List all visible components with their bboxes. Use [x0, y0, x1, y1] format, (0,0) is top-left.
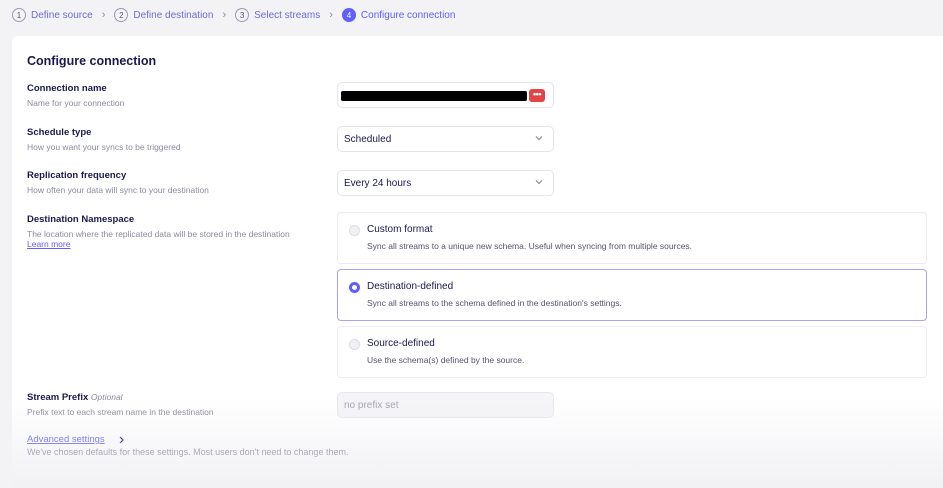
step-label: Configure connection [360, 9, 456, 21]
replication-frequency-description: How often your data will sync to your de… [27, 185, 209, 195]
step-define-source[interactable]: 1 Define source [12, 8, 93, 22]
stepper: 1 Define source › 2 Define destination ›… [12, 6, 455, 24]
step-define-destination[interactable]: 2 Define destination [114, 8, 213, 22]
page-title: Configure connection [27, 54, 157, 68]
step-number: 4 [341, 8, 356, 22]
destination-namespace-description: The location where the replicated data w… [27, 229, 290, 239]
schedule-type-value: Scheduled [344, 133, 392, 145]
configure-connection-card: Configure connection Connection name Nam… [12, 36, 943, 488]
step-number: 3 [235, 8, 250, 22]
replication-frequency-value: Every 24 hours [344, 177, 412, 189]
learn-more-link[interactable]: Learn more [27, 239, 70, 249]
schedule-type-label: Schedule type [27, 127, 92, 138]
connection-name-input[interactable]: ••• [337, 82, 554, 108]
step-select-streams[interactable]: 3 Select streams [235, 8, 320, 22]
redacted-value [341, 91, 527, 101]
step-label: Define source [31, 9, 93, 21]
step-label: Select streams [254, 9, 321, 21]
optional-tag: Optional [90, 392, 123, 402]
step-configure-connection: 4 Configure connection [341, 8, 456, 22]
option-description: Use the schema(s) defined by the source. [367, 355, 525, 365]
step-label: Define destination [133, 9, 214, 21]
advanced-settings-description: We've chosen defaults for these settings… [27, 447, 349, 457]
namespace-option-source-defined[interactable]: Source-defined Use the schema(s) defined… [337, 326, 927, 378]
radio-button[interactable] [349, 339, 360, 350]
option-title: Source-defined [367, 338, 435, 349]
replication-frequency-label: Replication frequency [27, 170, 127, 181]
chevron-right-icon[interactable] [118, 436, 125, 444]
schedule-type-select[interactable]: Scheduled [337, 126, 554, 152]
chevron-right-icon: › [222, 9, 227, 21]
step-number: 2 [114, 8, 129, 22]
namespace-option-destination-defined[interactable]: Destination-defined Sync all streams to … [337, 269, 927, 321]
stream-prefix-input[interactable]: no prefix set [337, 392, 554, 418]
radio-button-selected[interactable] [349, 282, 360, 293]
replication-frequency-select[interactable]: Every 24 hours [337, 170, 554, 196]
schedule-type-description: How you want your syncs to be triggered [27, 142, 181, 152]
chevron-right-icon: › [101, 9, 106, 21]
option-description: Sync all streams to the schema defined i… [367, 298, 622, 308]
chevron-down-icon [535, 180, 543, 185]
password-manager-icon[interactable]: ••• [529, 89, 545, 102]
destination-namespace-label: Destination Namespace [27, 214, 135, 225]
stream-prefix-label: Stream Prefix Optional [27, 392, 123, 403]
option-description: Sync all streams to a unique new schema.… [367, 241, 693, 251]
stream-prefix-placeholder: no prefix set [344, 399, 399, 411]
advanced-settings-link[interactable]: Advanced settings [27, 434, 105, 445]
option-title: Destination-defined [367, 281, 454, 292]
connection-name-label: Connection name [27, 83, 107, 94]
stream-prefix-description: Prefix text to each stream name in the d… [27, 407, 214, 417]
option-title: Custom format [367, 224, 433, 235]
radio-button[interactable] [349, 225, 360, 236]
stream-prefix-label-text: Stream Prefix [27, 392, 89, 403]
namespace-option-custom-format[interactable]: Custom format Sync all streams to a uniq… [337, 212, 927, 264]
connection-name-description: Name for your connection [27, 98, 125, 108]
chevron-down-icon [535, 136, 543, 141]
step-number: 1 [12, 8, 26, 22]
chevron-right-icon: › [329, 9, 333, 21]
